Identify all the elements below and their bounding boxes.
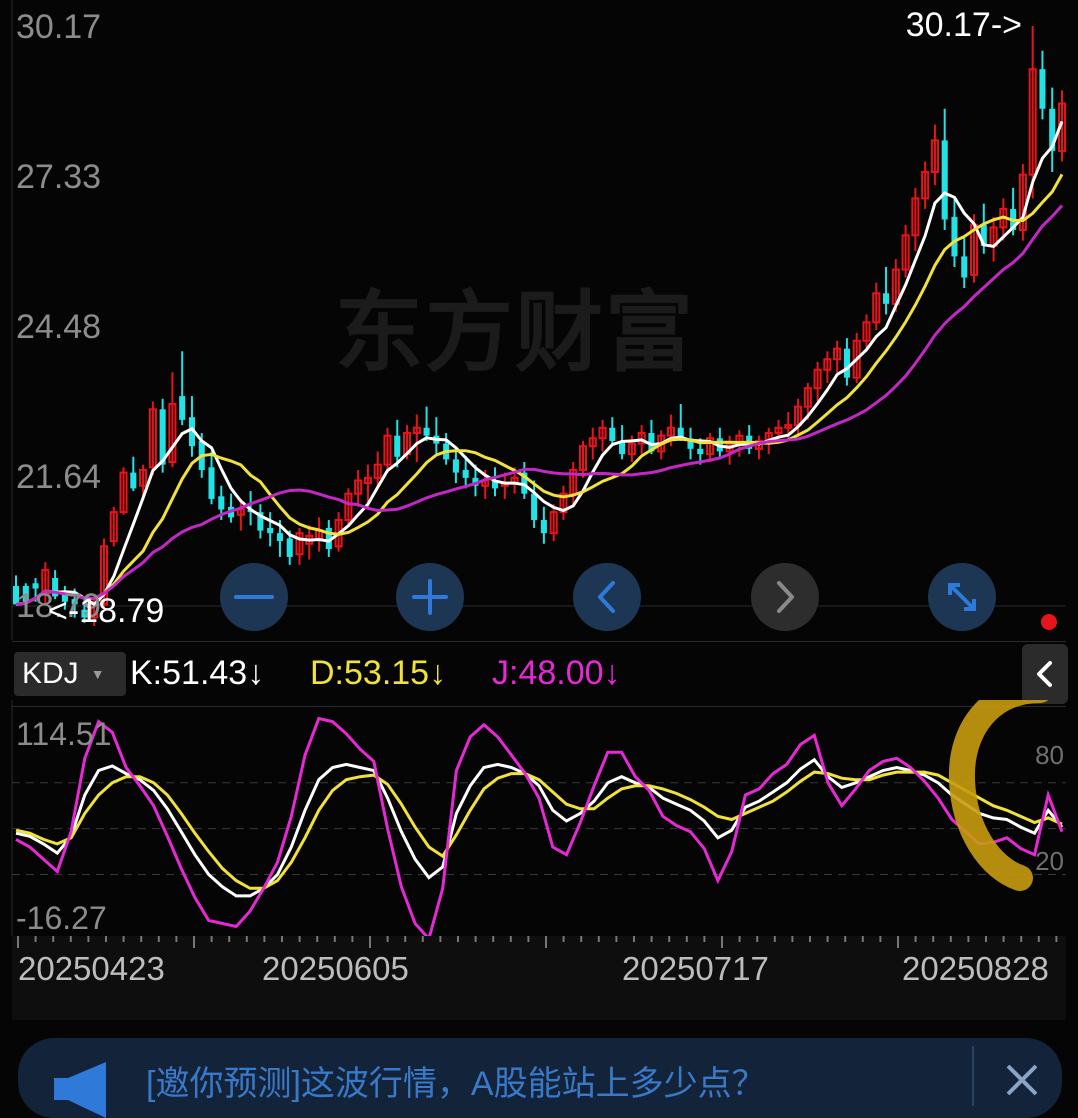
scroll-right-button[interactable] [751,563,819,631]
candle-body [531,493,538,521]
zoom-out-button[interactable] [220,563,288,631]
kdj-d-line [15,770,1063,890]
chart-divider [12,641,1066,642]
candle-body [951,216,958,257]
date-label: 20250717 [622,950,769,987]
chevron-left-icon [1037,661,1052,687]
candle-body [609,427,616,441]
candle-body [883,293,890,304]
candle-body [941,140,948,220]
date-label: 20250828 [902,950,1049,987]
banner-separator [972,1046,974,1106]
candle-body [267,527,274,534]
kdj-chart[interactable] [0,700,1078,940]
kdj-ref-low: 20 [1035,846,1064,876]
price-axis-label: 21.64 [16,457,102,496]
date-label: 20250423 [18,950,165,987]
dropdown-triangle-icon: ▼ [90,666,105,682]
close-icon[interactable] [1002,1060,1042,1100]
k-value: K:51.43↓ [130,654,265,692]
megaphone-icon [54,1062,106,1118]
candle-body [286,538,293,557]
candle-body [130,472,137,489]
plus-icon [412,579,448,615]
high-price-marker: 30.17-> [905,6,1022,44]
chevron-right-icon [777,581,794,613]
zoom-in-button[interactable] [396,563,464,631]
candle-body [843,348,850,378]
kdj-axis-top: 114.51 [16,716,112,752]
candle-body [179,396,186,420]
candle-body [540,520,547,534]
scroll-left-button[interactable] [573,563,641,631]
banner-text: [邀你预测]这波行情，A股能站上多少点？ [146,1065,766,1103]
candle-body [697,448,704,455]
candle-body [462,469,469,478]
candle-body [218,496,225,510]
price-axis-label: 27.33 [16,157,102,196]
expand-button[interactable] [928,563,996,631]
low-price-marker: <-18.79 [48,592,165,630]
expand-icon [948,583,976,611]
candle-body [961,256,968,278]
candle-body [423,427,430,436]
indicator-select-label: KDJ [22,657,79,690]
candle-body [394,435,401,457]
candle-body [452,459,459,473]
candle-body [1039,69,1046,109]
chevron-left-icon [598,581,615,613]
j-value: J:48.00↓ [492,654,621,692]
indicator-bar: KDJ ▼ K:51.43↓ D:53.15↓ J:48.00↓ [0,644,1078,704]
kdj-ref-high: 80 [1035,740,1064,770]
candle-body [208,467,215,499]
price-axis-label: 24.48 [16,308,102,346]
minus-icon [234,595,274,599]
kdj-axis-bottom: -16.27 [16,900,107,936]
d-value: D:53.15↓ [310,654,447,692]
candle-body [276,533,283,542]
date-label: 20250605 [262,950,409,987]
promo-banner[interactable]: [邀你预测]这波行情，A股能站上多少点？ [18,1038,1062,1118]
price-axis-label: 30.17 [16,8,102,46]
collapse-indicator-button[interactable] [1022,644,1068,704]
live-indicator-dot [1041,614,1057,630]
watermark: 东方财富 [335,283,696,382]
indicator-select[interactable]: KDJ ▼ [14,652,126,696]
